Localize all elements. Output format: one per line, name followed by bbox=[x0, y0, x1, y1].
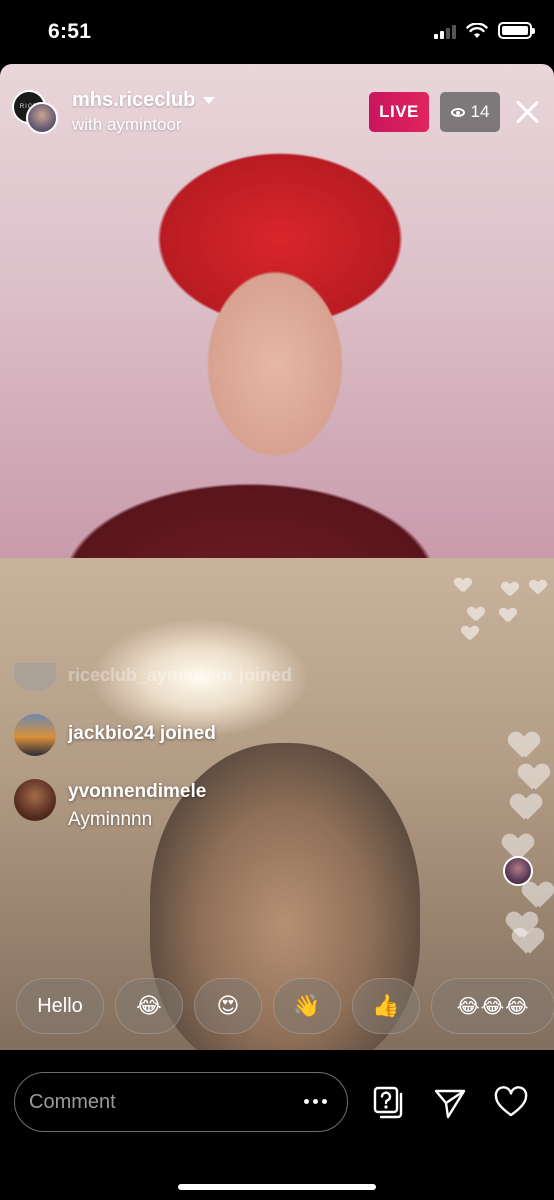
heart-icon bbox=[494, 1086, 528, 1117]
heart-icon bbox=[500, 608, 516, 622]
heart-icon bbox=[512, 794, 541, 819]
comment-username: yvonnendimele bbox=[68, 781, 207, 802]
quick-reactions: Hello 😂 😍 👋 👍 😂😂😂 bbox=[16, 978, 554, 1034]
home-indicator[interactable] bbox=[178, 1184, 376, 1190]
comment-row[interactable]: yvonnendimele Ayminnnn bbox=[14, 779, 206, 831]
faded-comment: riceclub_aymintoor joined bbox=[14, 663, 434, 693]
guest-avatar bbox=[26, 102, 58, 134]
status-icons bbox=[434, 22, 535, 39]
comment-input[interactable]: Comment bbox=[14, 1072, 348, 1132]
host-username-button[interactable]: mhs.riceclub bbox=[72, 89, 216, 112]
battery-icon bbox=[498, 22, 535, 39]
cellular-signal-icon bbox=[434, 23, 456, 39]
eye-icon bbox=[450, 107, 465, 117]
heart-icon bbox=[530, 580, 546, 594]
send-icon bbox=[434, 1089, 466, 1119]
close-icon[interactable] bbox=[512, 97, 542, 127]
status-time: 6:51 bbox=[48, 20, 92, 43]
heart-icon bbox=[468, 607, 484, 621]
host-username: mhs.riceclub bbox=[72, 89, 196, 111]
comment-avatar bbox=[14, 779, 56, 821]
status-bar: 6:51 bbox=[0, 0, 554, 64]
reaction-wave-button[interactable]: 👋 bbox=[273, 978, 341, 1034]
heart-icon bbox=[502, 582, 518, 596]
live-badge: LIVE bbox=[369, 92, 429, 132]
guest-line[interactable]: with aymintoor bbox=[72, 115, 182, 135]
reaction-heart-eyes-button[interactable]: 😍 bbox=[194, 978, 262, 1034]
host-avatars[interactable]: RICE bbox=[12, 90, 58, 136]
reaction-hello-button[interactable]: Hello bbox=[16, 978, 104, 1034]
question-icon bbox=[373, 1086, 403, 1119]
comment-message: Ayminnnn bbox=[68, 809, 153, 830]
comment-placeholder: Comment bbox=[29, 1091, 116, 1113]
viewer-count-button[interactable]: 14 bbox=[440, 92, 500, 132]
comment-row[interactable]: jackbio24 joined bbox=[14, 714, 216, 756]
liker-avatar bbox=[503, 856, 533, 886]
caret-down-icon bbox=[203, 97, 216, 104]
host-video bbox=[0, 64, 554, 558]
reaction-triple-laugh-button[interactable]: 😂😂😂 bbox=[431, 978, 554, 1034]
comment-username: jackbio24 joined bbox=[68, 723, 216, 744]
heart-icon bbox=[462, 626, 478, 640]
comment-avatar bbox=[14, 663, 56, 691]
reaction-thumbs-up-button[interactable]: 👍 bbox=[352, 978, 420, 1034]
heart-icon bbox=[455, 578, 471, 592]
heart-icon bbox=[520, 764, 549, 789]
question-button[interactable] bbox=[370, 1085, 406, 1121]
bottom-bar: Comment bbox=[0, 1050, 554, 1200]
heart-icon bbox=[510, 732, 539, 757]
like-button[interactable] bbox=[493, 1085, 529, 1121]
comment-avatar bbox=[14, 714, 56, 756]
heart-icon bbox=[514, 928, 543, 953]
reaction-laugh-button[interactable]: 😂 bbox=[115, 978, 183, 1034]
send-button[interactable] bbox=[432, 1085, 468, 1121]
faded-comment-text: riceclub_aymintoor joined bbox=[68, 665, 293, 685]
viewer-count: 14 bbox=[470, 102, 490, 121]
wifi-icon bbox=[466, 22, 488, 38]
heart-icon bbox=[524, 882, 553, 907]
more-dots-icon[interactable] bbox=[304, 1099, 327, 1104]
